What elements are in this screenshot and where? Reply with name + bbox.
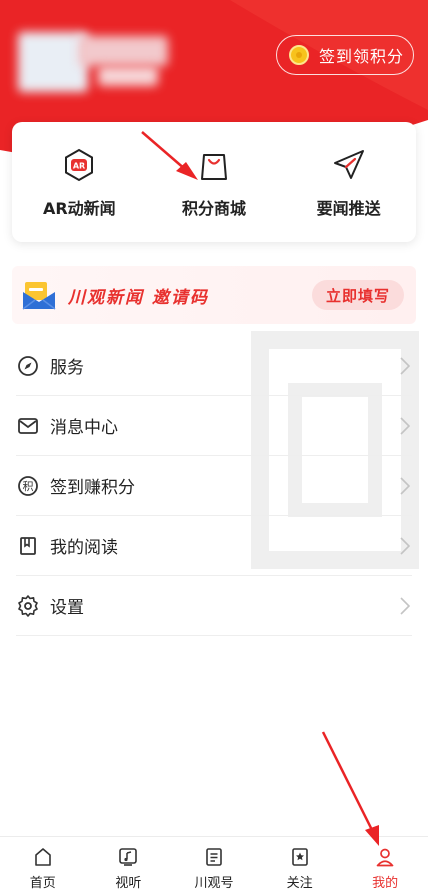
profile-card-icon — [206, 848, 222, 866]
coin-icon — [289, 45, 309, 65]
chevron-right-icon — [400, 477, 410, 495]
quick-actions-card: AR AR动新闻 积分商城 要闻推送 — [12, 122, 416, 242]
quick-action-points-mall[interactable]: 积分商城 — [154, 145, 274, 219]
tab-label: 川观号 — [194, 876, 234, 891]
tab-label: 首页 — [29, 876, 56, 891]
tab-media[interactable]: 视听 — [86, 837, 172, 894]
quick-action-news-push[interactable]: 要闻推送 — [289, 145, 409, 219]
invite-text: 川观新闻 邀请码 — [68, 287, 209, 308]
person-icon — [376, 848, 394, 867]
menu-item-messages[interactable]: 消息中心 — [16, 396, 412, 456]
shopping-bag-icon — [194, 145, 234, 185]
menu-item-label: 我的阅读 — [50, 538, 118, 558]
menu-item-my-reading[interactable]: 我的阅读 — [16, 516, 412, 576]
star-bookmark-icon — [291, 848, 308, 866]
fill-invite-code-button[interactable]: 立即填写 — [312, 280, 404, 310]
svg-text:AR: AR — [73, 162, 85, 171]
menu-item-label: 消息中心 — [50, 418, 118, 438]
menu-item-label: 服务 — [50, 358, 84, 378]
tab-mine[interactable]: 我的 — [342, 837, 428, 894]
quick-action-label: 积分商城 — [181, 199, 246, 218]
envelope-icon — [22, 282, 56, 310]
media-icon — [119, 848, 138, 866]
gear-icon — [16, 594, 40, 618]
tab-follow[interactable]: 关注 — [257, 837, 343, 894]
points-icon-glyph: 积 — [23, 480, 34, 493]
user-avatar-blurred[interactable] — [8, 22, 178, 102]
chevron-right-icon — [400, 417, 410, 435]
points-icon: 积 — [16, 474, 40, 498]
chevron-right-icon — [400, 597, 410, 615]
settings-menu: 服务 消息中心 积 签到赚积分 我的阅读 设置 — [0, 336, 428, 636]
menu-item-settings[interactable]: 设置 — [16, 576, 412, 636]
chevron-right-icon — [400, 357, 410, 375]
invite-code-banner[interactable]: 川观新闻 邀请码 立即填写 — [12, 266, 416, 324]
checkin-button[interactable]: 签到领积分 — [276, 35, 414, 75]
menu-item-label: 设置 — [50, 598, 84, 618]
menu-item-label: 签到赚积分 — [50, 478, 135, 498]
send-icon — [329, 145, 369, 185]
bookmark-book-icon — [16, 534, 40, 558]
menu-item-checkin-points[interactable]: 积 签到赚积分 — [16, 456, 412, 516]
ar-icon: AR — [59, 145, 99, 185]
chevron-right-icon — [400, 537, 410, 555]
tab-home[interactable]: 首页 — [0, 837, 86, 894]
tab-label: 关注 — [286, 876, 313, 891]
mail-icon — [16, 414, 40, 438]
tab-label: 我的 — [372, 876, 399, 891]
home-icon — [34, 848, 51, 866]
checkin-label: 签到领积分 — [319, 47, 405, 66]
quick-action-ar-news[interactable]: AR AR动新闻 — [19, 145, 139, 219]
quick-action-label: AR动新闻 — [42, 199, 116, 218]
compass-icon — [16, 354, 40, 378]
menu-item-service[interactable]: 服务 — [16, 336, 412, 396]
quick-action-label: 要闻推送 — [316, 199, 381, 218]
bottom-tab-bar: 首页 视听 川观号 关注 我的 — [0, 836, 428, 894]
tab-chuanguan-hao[interactable]: 川观号 — [171, 837, 257, 894]
tab-label: 视听 — [115, 876, 142, 891]
